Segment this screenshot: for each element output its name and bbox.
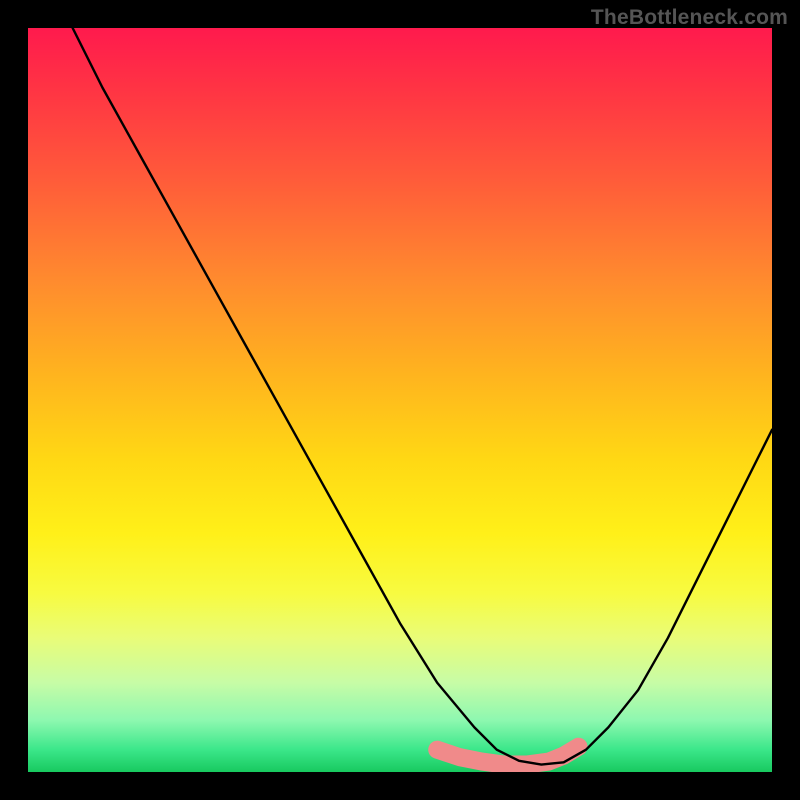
chart-svg [28,28,772,772]
watermark-label: TheBottleneck.com [591,6,788,30]
highlight-valley-path [437,747,578,765]
bottleneck-curve-path [73,28,772,765]
chart-frame: TheBottleneck.com [0,0,800,800]
chart-panel [28,28,772,772]
